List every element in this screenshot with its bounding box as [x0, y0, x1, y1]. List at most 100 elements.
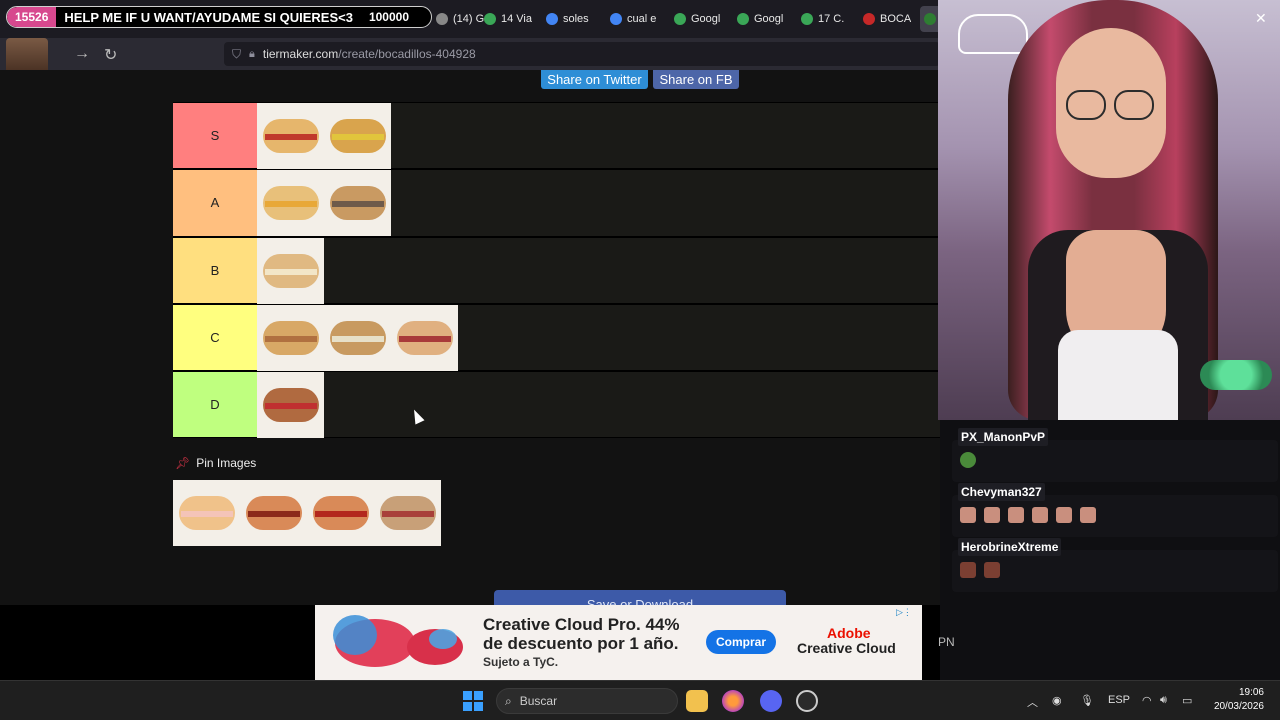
tier-items[interactable] — [257, 304, 458, 371]
pin-images-tray — [173, 480, 441, 546]
sandwich-image[interactable] — [257, 237, 324, 304]
tab-favicon-icon — [737, 13, 749, 25]
microphone-icon[interactable]: 🎙︎ — [1080, 694, 1094, 707]
tier-items[interactable] — [257, 372, 324, 439]
chat-message — [952, 550, 1278, 592]
close-icon[interactable]: ✕ — [1255, 10, 1267, 27]
tier-row-d: D — [173, 371, 940, 439]
glasses-right-lens — [1114, 90, 1154, 120]
tab-label: cual e — [627, 13, 657, 25]
pinned-sandwich-image[interactable] — [240, 480, 307, 546]
chat-emote-icon — [1008, 507, 1024, 523]
browser-tab[interactable]: BOCA — [863, 6, 911, 32]
tiermaker-page: Share on Twitter Share on FB SABCD 📌︎ Pi… — [0, 70, 940, 612]
browser-tab[interactable]: cual e — [610, 6, 656, 32]
chat-emote-icon — [1056, 507, 1072, 523]
search-placeholder: Buscar — [519, 694, 558, 708]
streamer-webcam — [938, 0, 1280, 420]
url-bar[interactable]: ⛉ 🔒︎ tiermaker.com /create/bocadillos-40… — [224, 42, 940, 66]
shield-icon[interactable]: ⛉ — [232, 47, 241, 62]
tab-favicon-icon — [863, 13, 875, 25]
goal-amount: 100000 — [368, 10, 409, 24]
tab-label: 17 C. — [818, 13, 845, 25]
tier-label[interactable]: A — [173, 170, 257, 236]
viewer-count: 15526 — [7, 7, 57, 27]
chat-emote-icon — [1032, 507, 1048, 523]
pinned-sandwich-image[interactable] — [173, 480, 240, 546]
chat-username[interactable]: PX_ManonPvP — [958, 428, 1049, 446]
app-icon[interactable] — [796, 690, 818, 712]
sandwich-image[interactable] — [324, 304, 391, 371]
tab-label: 14 Via — [501, 13, 532, 25]
chat-username[interactable]: Chevyman327 — [958, 483, 1045, 501]
tier-label[interactable]: C — [173, 304, 257, 371]
forward-icon[interactable]: → — [74, 45, 90, 63]
discord-tray-icon[interactable]: ◉ — [1052, 694, 1062, 707]
browser-tab[interactable]: Googl — [737, 6, 783, 32]
tier-items[interactable] — [257, 103, 391, 169]
sandwich-image[interactable] — [257, 372, 324, 439]
browser-tab[interactable]: soles — [546, 6, 589, 32]
chat-emote-icon — [960, 507, 976, 523]
green-plush — [1200, 360, 1272, 390]
comprar-button[interactable]: Comprar — [706, 630, 776, 654]
browser-tab[interactable]: 14 Via — [484, 6, 532, 32]
tab-favicon-icon — [484, 13, 496, 25]
pinned-sandwich-image[interactable] — [374, 480, 441, 546]
chat-message — [952, 440, 1278, 482]
share-fb-button[interactable]: Share on FB — [653, 70, 739, 89]
ad-choices-icon[interactable]: ▷⋮ — [896, 607, 918, 619]
sandwich-image[interactable] — [391, 304, 458, 371]
pn-text: PN — [938, 635, 955, 649]
tier-label[interactable]: D — [173, 372, 257, 438]
volume-icon[interactable]: 🔊︎ — [1160, 694, 1167, 707]
battery-icon[interactable]: ▭ — [1182, 694, 1192, 707]
chat-username[interactable]: HerobrineXtreme — [958, 538, 1062, 556]
windows-start-icon[interactable] — [463, 691, 483, 711]
taskbar-search[interactable]: ⌕ Buscar — [496, 688, 678, 714]
lock-icon[interactable]: 🔒︎ — [249, 48, 255, 61]
file-explorer-icon[interactable] — [686, 690, 708, 712]
chat-emote-icon — [984, 507, 1000, 523]
chat-overlay: PX_ManonPvP Chevyman327 HerobrineXtreme — [940, 420, 1280, 605]
firefox-icon[interactable] — [722, 690, 744, 712]
reload-icon[interactable]: ↻ — [104, 45, 117, 65]
tab-favicon-icon — [924, 13, 936, 25]
ad-brand-adobe: Adobe — [827, 625, 871, 641]
stream-goal-banner: 15526 HELP ME IF U WANT/AYUDAME SI QUIER… — [6, 6, 432, 28]
sandwich-image[interactable] — [257, 103, 324, 169]
chat-emote-icon — [960, 452, 976, 468]
discord-icon[interactable] — [760, 690, 782, 712]
language-indicator[interactable]: ESP — [1108, 694, 1130, 706]
sandwich-image[interactable] — [257, 170, 324, 237]
tab-favicon-icon — [436, 13, 448, 25]
tab-label: soles — [563, 13, 589, 25]
pin-images-label: Pin Images — [196, 456, 257, 470]
chevron-up-icon[interactable]: ︿ — [1027, 694, 1038, 710]
tier-label[interactable]: B — [173, 237, 257, 303]
goal-text: HELP ME IF U WANT/AYUDAME SI QUIERES<3 — [64, 9, 353, 25]
tab-favicon-icon — [674, 13, 686, 25]
wifi-icon[interactable]: ◠ — [1142, 694, 1152, 707]
browser-tab[interactable]: Googl — [674, 6, 720, 32]
sandwich-image[interactable] — [324, 103, 391, 169]
tier-items[interactable] — [257, 237, 324, 304]
tab-label: Googl — [754, 13, 784, 25]
share-twitter-button[interactable]: Share on Twitter — [541, 70, 648, 89]
tier-label[interactable]: S — [173, 103, 257, 169]
browser-tab[interactable]: 17 C. — [801, 6, 844, 32]
clock-time[interactable]: 19:06 — [1212, 687, 1264, 698]
adobe-ad-banner[interactable]: Creative Cloud Pro. 44% de descuento por… — [315, 605, 922, 680]
tier-items[interactable] — [257, 170, 391, 237]
browser-tab[interactable]: (14) G — [436, 6, 484, 32]
search-icon: ⌕ — [505, 693, 512, 708]
tab-favicon-icon — [801, 13, 813, 25]
pinned-sandwich-image[interactable] — [307, 480, 374, 546]
sandwich-image[interactable] — [257, 304, 324, 371]
tab-label: BOCA — [880, 13, 912, 25]
clock-date[interactable]: 20/03/2026 — [1200, 701, 1264, 712]
tab-label: (14) G — [453, 13, 485, 25]
pushpin-icon: 📌︎ — [175, 456, 191, 470]
tab-favicon-icon — [610, 13, 622, 25]
sandwich-image[interactable] — [324, 170, 391, 237]
